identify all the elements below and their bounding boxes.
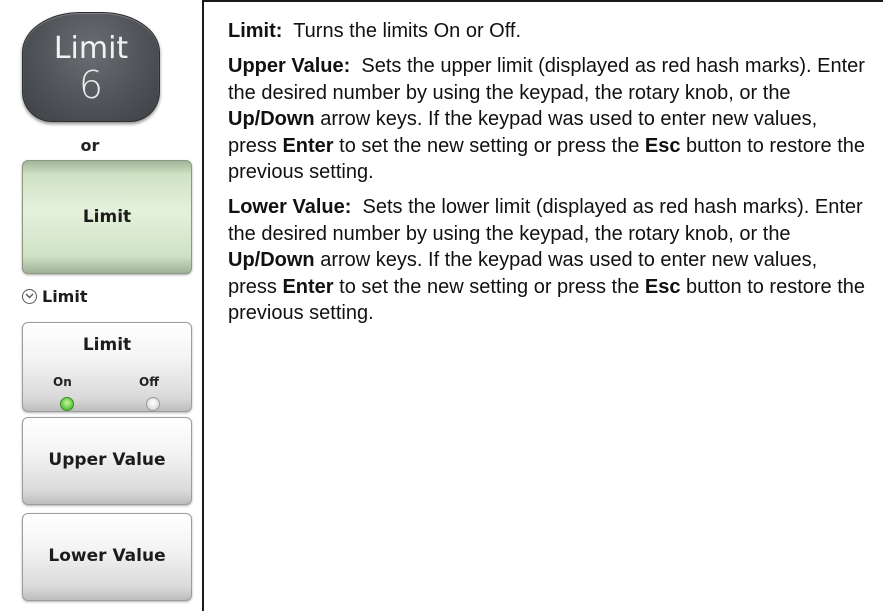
toggle-off-label: Off <box>139 375 159 389</box>
upper-value-description: Upper Value: Sets the upper limit (displ… <box>228 53 868 185</box>
upper-value-text: to set the new setting or press the <box>333 134 645 157</box>
enter-key-term: Enter <box>282 134 334 157</box>
submenu-title-text: Limit <box>42 286 88 306</box>
table-top-rule <box>202 0 883 2</box>
limit-description: Limit: Turns the limits On or Off. <box>228 18 868 44</box>
hard-key-digit: 6 <box>78 63 104 107</box>
hard-key-label: Limit <box>53 31 129 66</box>
limit-hard-key[interactable]: Limit 6 <box>22 12 160 122</box>
esc-key-term: Esc <box>644 275 681 298</box>
lower-value-label: Lower Value <box>48 546 166 566</box>
lower-value-text: to set the new setting or press the <box>333 275 645 298</box>
submenu-title: Limit <box>22 286 87 306</box>
limit-term: Limit: <box>228 20 283 42</box>
limit-toggle-button[interactable]: Limit On Off <box>22 322 192 412</box>
column-divider <box>202 0 204 611</box>
enter-key-term: Enter <box>282 275 334 298</box>
limit-soft-key[interactable]: Limit <box>22 160 192 274</box>
toggle-button-label: Limit <box>82 335 132 355</box>
off-indicator-led <box>146 397 160 411</box>
lower-value-description: Lower Value: Sets the lower limit (displ… <box>228 194 868 326</box>
upper-value-term: Upper Value: <box>228 55 351 78</box>
toggle-on-label: On <box>53 375 72 389</box>
lower-value-term: Lower Value: <box>228 196 352 219</box>
on-indicator-led <box>60 397 74 411</box>
up-down-keys-term: Up/Down <box>228 249 315 272</box>
description-column: Limit: Turns the limits On or Off. Upper… <box>228 18 868 335</box>
upper-value-button[interactable]: Upper Value <box>22 417 192 505</box>
soft-key-label: Limit <box>82 207 132 227</box>
or-separator: or <box>80 136 100 155</box>
esc-key-term: Esc <box>644 134 681 157</box>
chevron-down-icon <box>22 288 37 304</box>
up-down-keys-term: Up/Down <box>228 108 315 131</box>
lower-value-button[interactable]: Lower Value <box>22 513 192 601</box>
upper-value-label: Upper Value <box>48 450 166 470</box>
limit-text: Turns the limits On or Off. <box>293 20 522 42</box>
